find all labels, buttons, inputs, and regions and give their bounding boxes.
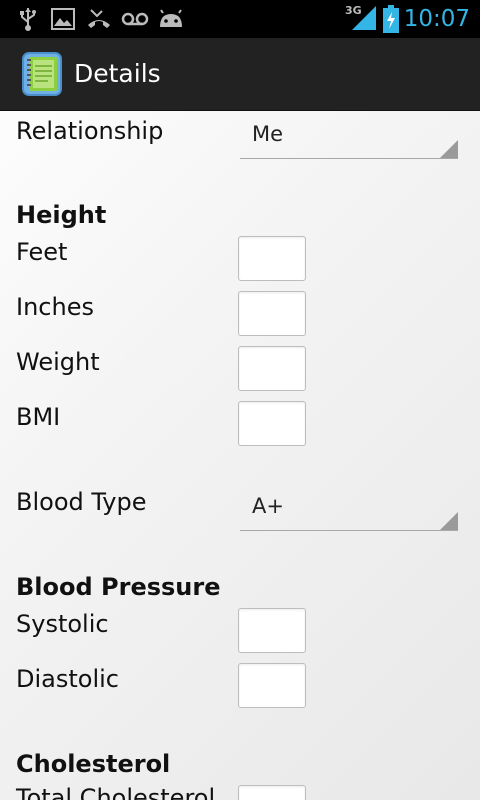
systolic-field[interactable] (238, 608, 306, 653)
dropdown-arrow-icon (440, 140, 458, 158)
details-form: Relationship Me Height Feet Inches Weigh… (0, 110, 480, 800)
voicemail-icon (120, 6, 150, 32)
signal-icon: 3G (344, 4, 378, 30)
dropdown-arrow-icon (440, 512, 458, 530)
feet-label: Feet (16, 238, 68, 266)
image-icon (50, 6, 76, 32)
status-clock: 10:07 (403, 6, 470, 32)
svg-text:3G: 3G (345, 4, 362, 17)
diastolic-field[interactable] (238, 663, 306, 708)
status-bar: 3G 10:07 (0, 0, 480, 38)
bmi-field[interactable] (238, 401, 306, 446)
notebook-app-icon[interactable] (18, 50, 66, 98)
relationship-label: Relationship (16, 117, 164, 145)
action-bar: Details (0, 38, 480, 111)
relationship-value: Me (252, 122, 284, 146)
total-cholesterol-label: Total Cholesterol (16, 784, 216, 800)
inches-label: Inches (16, 293, 94, 321)
height-section-title: Height (16, 201, 107, 229)
weight-field[interactable] (238, 346, 306, 391)
total-cholesterol-field[interactable] (238, 785, 306, 800)
relationship-spinner[interactable]: Me (240, 110, 458, 159)
feet-field[interactable] (238, 236, 306, 281)
blood-type-label: Blood Type (16, 488, 147, 516)
battery-charging-icon (381, 5, 401, 33)
systolic-label: Systolic (16, 610, 109, 638)
usb-icon (16, 6, 40, 32)
blood-type-value: A+ (252, 494, 284, 518)
page-title: Details (74, 59, 161, 88)
android-debug-icon (156, 6, 186, 32)
weight-label: Weight (16, 348, 100, 376)
inches-field[interactable] (238, 291, 306, 336)
blood-type-spinner[interactable]: A+ (240, 482, 458, 531)
blood-pressure-section-title: Blood Pressure (16, 573, 221, 601)
cholesterol-section-title: Cholesterol (16, 750, 171, 778)
bmi-label: BMI (16, 403, 61, 431)
missed-call-icon (86, 6, 112, 32)
diastolic-label: Diastolic (16, 665, 119, 693)
